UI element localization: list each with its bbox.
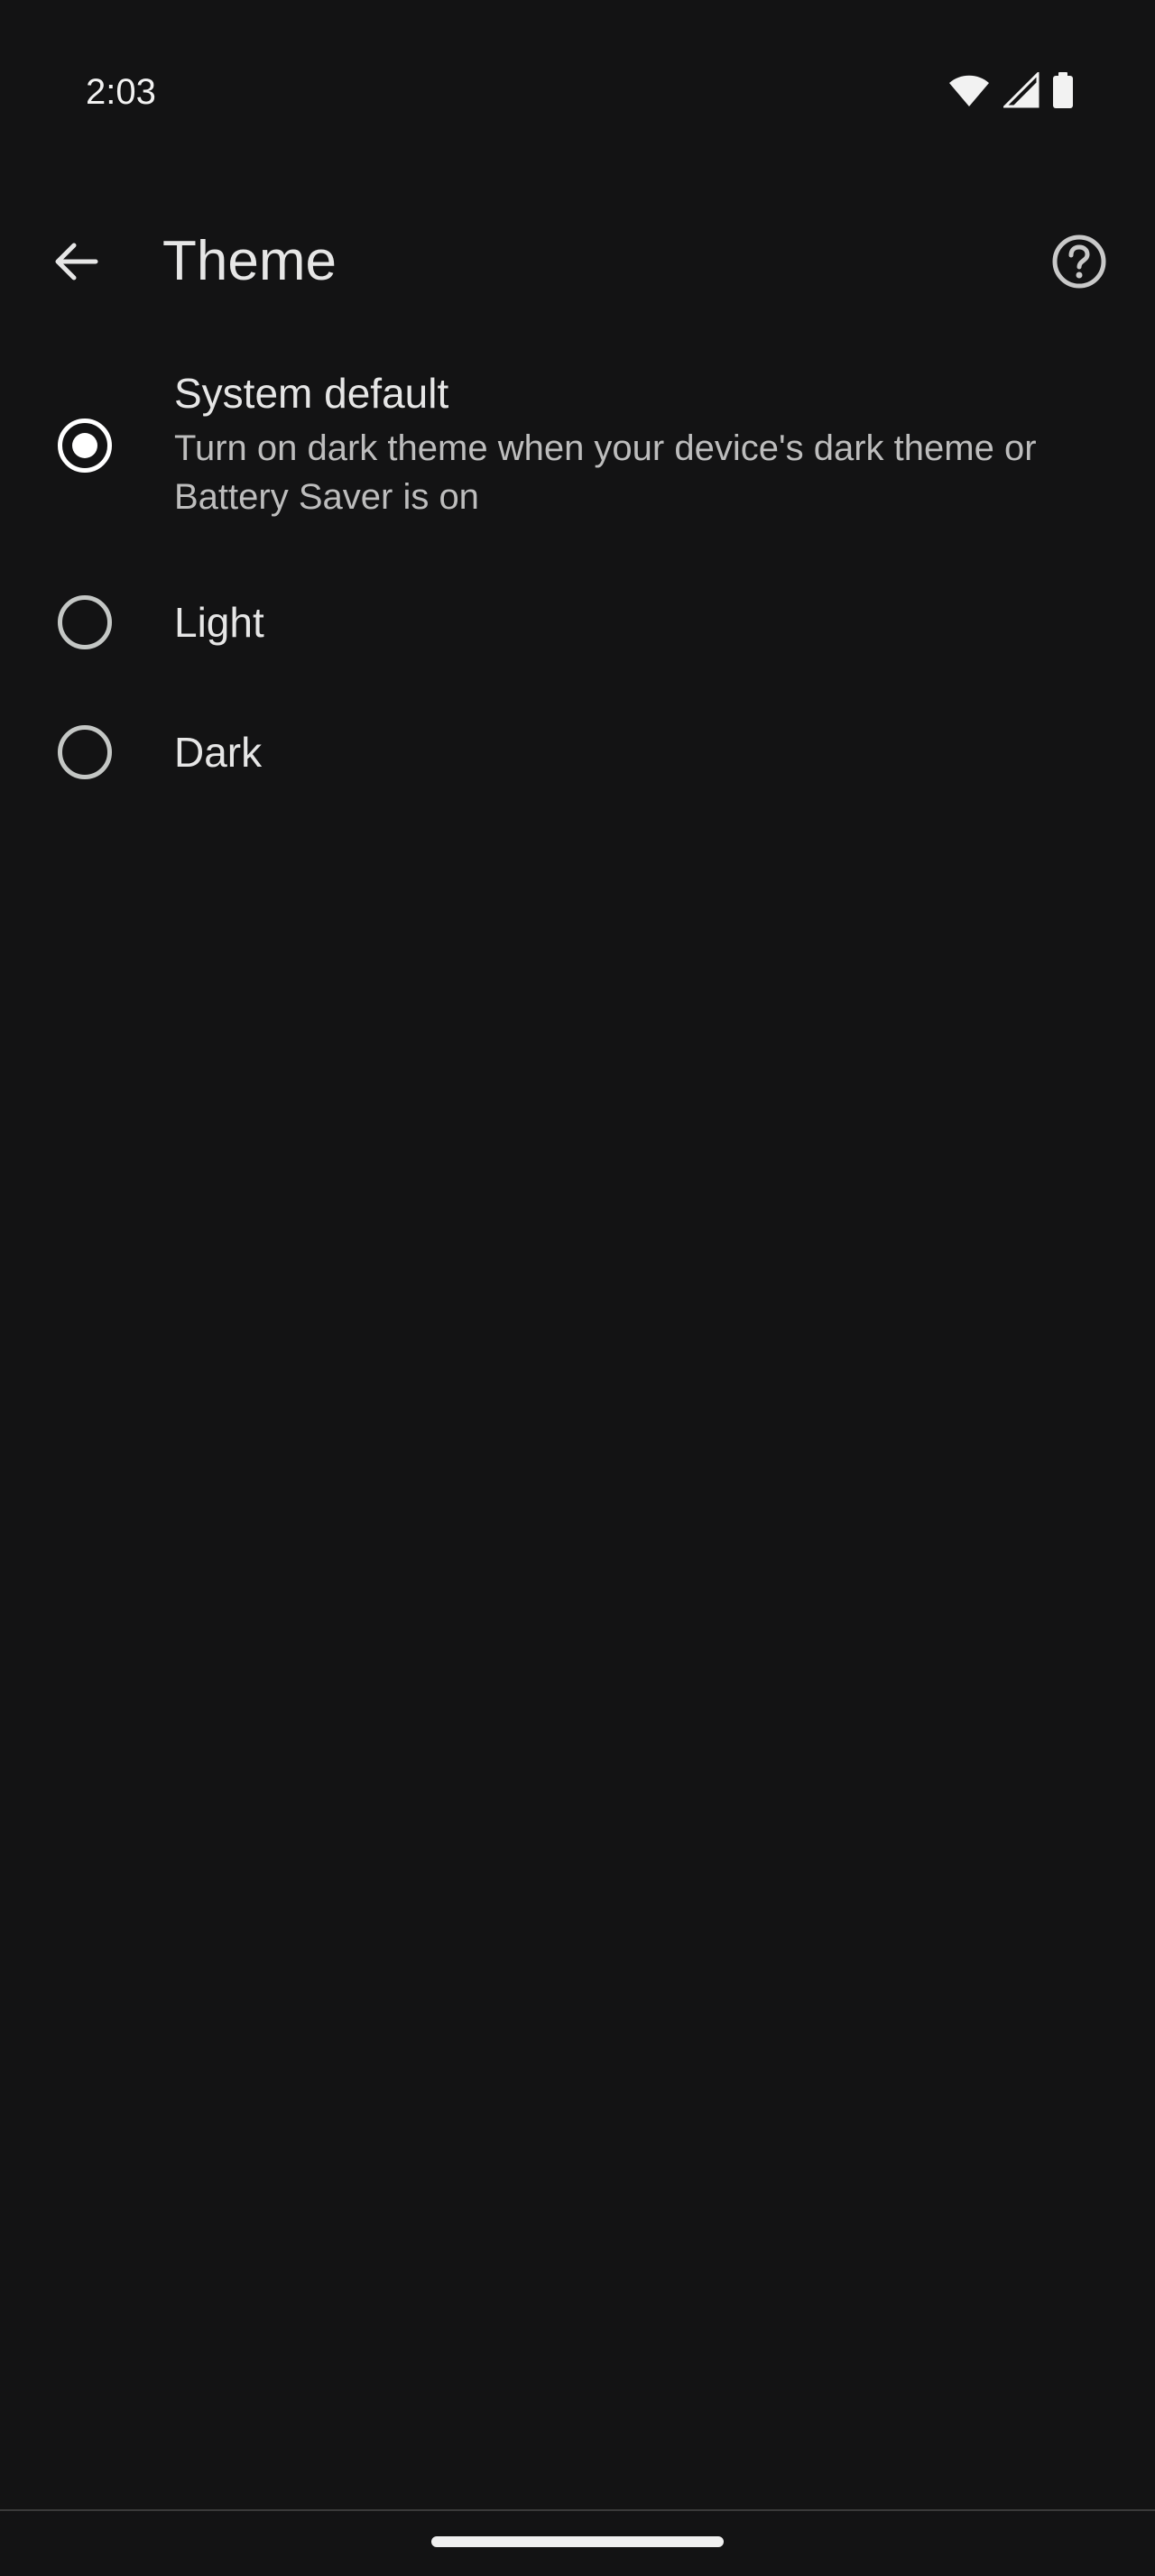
app-bar: Theme [0,207,1155,312]
option-light-row[interactable]: Light [0,568,1155,676]
radio-system-default[interactable] [58,419,112,473]
page-title: Theme [162,230,337,292]
cellular-signal-icon [1002,69,1040,113]
wifi-icon [947,72,991,113]
status-icons [947,69,1074,114]
option-summary: Turn on dark theme when your device's da… [174,428,1037,517]
back-button[interactable] [36,224,116,303]
theme-options-list: System default Turn on dark theme when y… [0,354,1155,525]
option-title: System default [174,370,449,417]
arrow-back-icon [51,236,101,291]
status-bar: 2:03 [0,0,1155,180]
status-time: 2:03 [86,72,156,112]
battery-icon [1052,71,1074,113]
option-title: Dark [174,729,263,776]
option-dark-row[interactable]: Dark [0,698,1155,806]
help-circle-icon [1050,233,1108,295]
option-system-default[interactable]: System default Turn on dark theme when y… [0,354,1155,525]
nav-divider [0,2509,1155,2511]
help-button[interactable] [1040,224,1119,303]
radio-light[interactable] [58,595,112,649]
radio-dark[interactable] [58,725,112,779]
home-gesture-handle[interactable] [431,2536,724,2547]
option-title: Light [174,599,264,646]
